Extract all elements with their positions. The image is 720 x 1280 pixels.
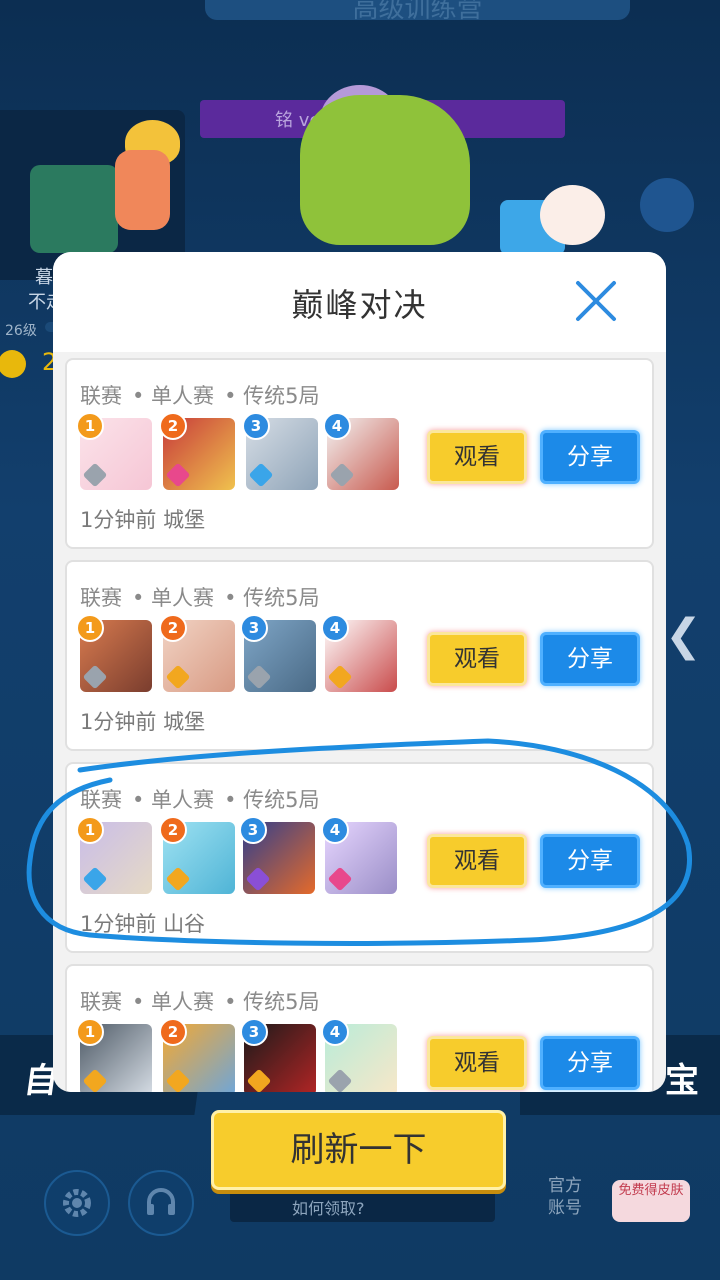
match-list[interactable]: 联赛 • 单人赛 • 传统5局 1 2 3 4 观看 分享 1分钟前 城堡 联赛 • …	[65, 358, 654, 1092]
rank-badge: 3	[242, 412, 270, 440]
rank-badge: 1	[76, 412, 104, 440]
match-footer: 1分钟前 城堡	[80, 710, 206, 734]
rank-badge: 2	[159, 1018, 187, 1046]
profile-avatar[interactable]	[30, 165, 118, 253]
close-button[interactable]	[572, 277, 622, 327]
player-avatar[interactable]: 3	[242, 412, 320, 492]
headset-icon	[147, 1188, 175, 1215]
player-avatar[interactable]: 1	[76, 816, 154, 896]
customer-service-button[interactable]	[128, 1170, 194, 1236]
player-avatar[interactable]: 1	[76, 412, 154, 492]
player-avatar[interactable]: 1	[76, 1018, 154, 1092]
player-avatar[interactable]: 2	[159, 1018, 237, 1092]
chevron-left-icon[interactable]: ❮	[665, 610, 702, 661]
character-illustration	[300, 95, 470, 245]
player-avatar[interactable]: 2	[159, 816, 237, 896]
share-button[interactable]: 分享	[540, 632, 640, 686]
gear-icon	[63, 1189, 91, 1217]
player-avatar[interactable]: 3	[239, 816, 317, 896]
match-footer: 1分钟前 城堡	[80, 508, 206, 532]
rank-badge: 3	[240, 614, 268, 642]
coin-icon	[0, 350, 26, 378]
bunny-illustration	[540, 185, 605, 245]
refresh-button[interactable]: 刷新一下	[211, 1110, 506, 1190]
share-button[interactable]: 分享	[540, 1036, 640, 1090]
player-avatar[interactable]: 3	[240, 614, 318, 694]
modal-header: 巅峰对决	[53, 252, 666, 352]
rank-badge: 4	[321, 1018, 349, 1046]
player-avatar[interactable]: 3	[240, 1018, 318, 1092]
match-card: 联赛 • 单人赛 • 传统5局 1 2 3 4 观看 分享 1分钟前 城堡	[65, 358, 654, 549]
free-skin-button[interactable]: 免费得皮肤	[612, 1180, 690, 1222]
match-tags: 联赛 • 单人赛 • 传统5局	[80, 384, 320, 408]
top-banner: 高级训练营	[205, 0, 630, 24]
rank-badge: 3	[240, 1018, 268, 1046]
rank-badge: 3	[239, 816, 267, 844]
match-tags: 联赛 • 单人赛 • 传统5局	[80, 586, 320, 610]
speaker-icon[interactable]	[640, 178, 694, 232]
match-card: 联赛 • 单人赛 • 传统5局 1 2 3 4 观看 分享 1分钟前 城堡	[65, 560, 654, 751]
watch-button[interactable]: 观看	[427, 632, 527, 686]
settings-button[interactable]	[44, 1170, 110, 1236]
watch-button[interactable]: 观看	[427, 430, 527, 484]
player-avatar[interactable]: 2	[159, 614, 237, 694]
rank-badge: 1	[76, 1018, 104, 1046]
match-card: 联赛 • 单人赛 • 传统5局 1 2 3 4 观看 分享 1分钟前 山谷	[65, 762, 654, 953]
rank-badge: 1	[76, 816, 104, 844]
rank-badge: 4	[323, 412, 351, 440]
rank-badge: 4	[321, 614, 349, 642]
player-avatar[interactable]: 4	[321, 816, 399, 896]
kid-character-illustration	[115, 150, 170, 230]
watch-button[interactable]: 观看	[427, 834, 527, 888]
rank-badge: 2	[159, 412, 187, 440]
player-avatar[interactable]: 4	[323, 412, 401, 492]
share-button[interactable]: 分享	[540, 430, 640, 484]
rank-badge: 1	[76, 614, 104, 642]
official-account-button[interactable]: 官方账号	[540, 1175, 590, 1219]
rank-badge: 4	[321, 816, 349, 844]
match-tags: 联赛 • 单人赛 • 传统5局	[80, 788, 320, 812]
peak-duel-modal: 巅峰对决 联赛 • 单人赛 • 传统5局 1 2 3 4 观看 分享 1分钟前 城堡…	[53, 252, 666, 1092]
close-icon	[576, 281, 616, 321]
profile-level: 26级	[5, 323, 37, 339]
rank-badge: 2	[159, 816, 187, 844]
rank-badge: 2	[159, 614, 187, 642]
claim-hint[interactable]: 如何领取?	[230, 1188, 495, 1222]
match-tags: 联赛 • 单人赛 • 传统5局	[80, 990, 320, 1014]
match-card: 联赛 • 单人赛 • 传统5局 1 2 3 4 观看 分享	[65, 964, 654, 1092]
share-button[interactable]: 分享	[540, 834, 640, 888]
player-avatar[interactable]: 2	[159, 412, 237, 492]
watch-button[interactable]: 观看	[427, 1036, 527, 1090]
player-avatar[interactable]: 1	[76, 614, 154, 694]
match-footer: 1分钟前 山谷	[80, 912, 206, 936]
player-avatar[interactable]: 4	[321, 1018, 399, 1092]
player-avatar[interactable]: 4	[321, 614, 399, 694]
